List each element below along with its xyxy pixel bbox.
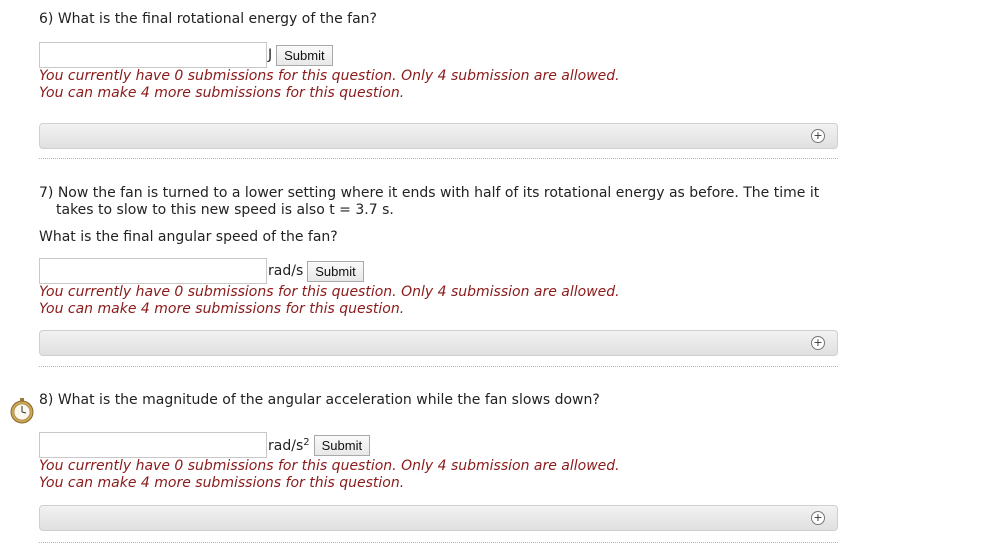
- divider: [39, 542, 838, 543]
- question-8-answer-input[interactable]: [39, 432, 267, 458]
- question-8-submit-button[interactable]: Submit: [313, 434, 371, 456]
- question-6-answer-row: J Submit: [39, 42, 839, 68]
- question-7-expand-bar[interactable]: +: [39, 330, 838, 356]
- divider: [39, 158, 838, 159]
- plus-circle-icon[interactable]: +: [811, 129, 825, 143]
- question-7-subtext: What is the final angular speed of the f…: [39, 229, 338, 245]
- question-8-answer-row: rad/s2 Submit: [39, 432, 839, 458]
- question-8-expand-bar[interactable]: +: [39, 505, 838, 531]
- divider: [39, 366, 838, 367]
- question-6-submit-button[interactable]: Submit: [276, 44, 333, 66]
- question-8: 8) What is the magnitude of the angular …: [39, 392, 839, 492]
- question-6: 6) What is the final rotational energy o…: [39, 11, 839, 102]
- question-6-submission-notice: You currently have 0 submissions for thi…: [39, 68, 620, 84]
- question-6-unit: J: [268, 47, 273, 63]
- question-8-submission-notice: You currently have 0 submissions for thi…: [39, 458, 620, 474]
- question-7-submit-button[interactable]: Submit: [307, 260, 364, 282]
- question-7-submission-notice: You currently have 0 submissions for thi…: [39, 284, 620, 300]
- question-6-expand-bar[interactable]: +: [39, 123, 838, 149]
- question-7-remaining-notice: You can make 4 more submissions for this…: [39, 301, 405, 317]
- stopwatch-icon: [10, 398, 34, 424]
- question-6-text: 6) What is the final rotational energy o…: [39, 11, 377, 27]
- question-8-remaining-notice: You can make 4 more submissions for this…: [39, 475, 405, 491]
- question-8-unit-base: rad/s: [268, 437, 304, 454]
- plus-circle-icon[interactable]: +: [811, 336, 825, 350]
- question-8-text: 8) What is the magnitude of the angular …: [39, 392, 600, 408]
- question-8-unit: rad/s2: [268, 437, 310, 454]
- question-7-answer-input[interactable]: [39, 258, 267, 284]
- question-7: 7) Now the fan is turned to a lower sett…: [39, 185, 839, 318]
- question-6-answer-input[interactable]: [39, 42, 267, 68]
- plus-circle-icon[interactable]: +: [811, 511, 825, 525]
- question-8-unit-exponent: 2: [303, 436, 310, 448]
- question-7-text: 7) Now the fan is turned to a lower sett…: [39, 185, 820, 218]
- question-6-remaining-notice: You can make 4 more submissions for this…: [39, 85, 405, 101]
- question-7-unit: rad/s: [268, 263, 304, 279]
- question-7-answer-row: rad/s Submit: [39, 258, 839, 284]
